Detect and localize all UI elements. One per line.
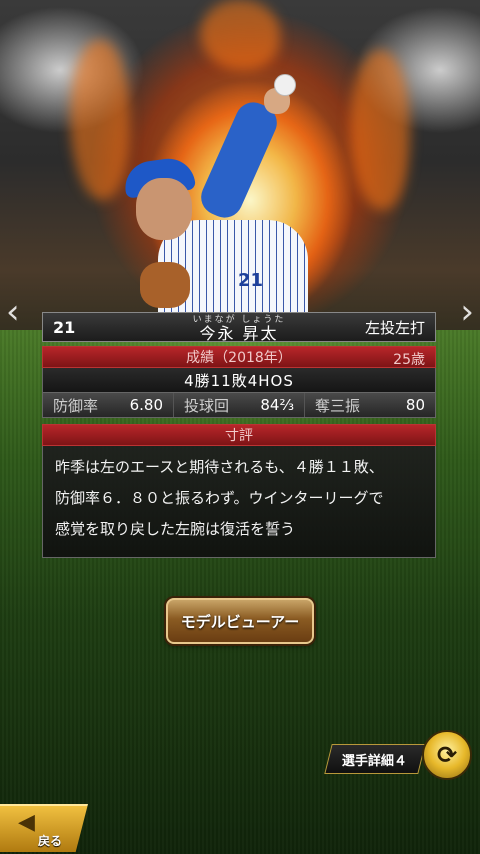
stat-value: 80 bbox=[405, 396, 425, 414]
uniform-number: 21 bbox=[238, 270, 264, 291]
stat-value: 6.80 bbox=[129, 396, 163, 414]
review-line: 防御率６．８０と振るわず。ウインターリーグで bbox=[55, 489, 384, 507]
stat-strikeouts: 奪三振 80 bbox=[304, 393, 435, 417]
record-title: 成績（2018年） bbox=[186, 350, 292, 366]
stat-era: 防御率 6.80 bbox=[43, 393, 173, 417]
review-line: 昨季は左のエースと期待されるも、４勝１１敗、 bbox=[55, 458, 384, 476]
player-glove bbox=[140, 262, 190, 308]
record-header: 成績（2018年） 25歳 bbox=[42, 346, 436, 368]
back-button[interactable]: ◀ 戻る bbox=[0, 804, 88, 852]
player-head bbox=[136, 178, 192, 240]
stat-label: 投球回 bbox=[184, 396, 230, 415]
player-arm bbox=[195, 96, 283, 224]
stats-row: 防御率 6.80 投球回 84⅔ 奪三振 80 bbox=[42, 392, 436, 418]
record-summary: 4勝11敗4HOS bbox=[42, 368, 436, 392]
player-detail-label: 選手詳細４ bbox=[342, 753, 408, 769]
stat-innings: 投球回 84⅔ bbox=[173, 393, 304, 417]
flame bbox=[350, 50, 410, 210]
player-age: 25歳 bbox=[393, 352, 425, 368]
model-viewer-button[interactable]: モデルビューアー bbox=[166, 598, 314, 644]
review-text: 昨季は左のエースと期待されるも、４勝１１敗、 防御率６．８０と振るわず。ウインタ… bbox=[42, 446, 436, 558]
stat-value: 84⅔ bbox=[260, 396, 294, 414]
player-name: 今永 昇太 bbox=[199, 324, 279, 343]
review-line: 感覚を取り戻した左腕は復活を誓う bbox=[55, 520, 296, 538]
chevron-left-icon[interactable]: ‹ bbox=[6, 292, 20, 332]
review-header: 寸評 bbox=[42, 424, 436, 446]
player-name-block: いまなが しょうた 今永 昇太 bbox=[43, 315, 435, 342]
back-label: 戻る bbox=[38, 834, 63, 848]
stat-label: 防御率 bbox=[53, 396, 99, 415]
baseball bbox=[274, 74, 296, 96]
back-arrow-icon: ◀ bbox=[18, 810, 35, 835]
flame bbox=[200, 0, 280, 70]
player-image: 21 bbox=[118, 70, 318, 340]
player-name-row: 21 いまなが しょうた 今永 昇太 左投左打 bbox=[42, 312, 436, 342]
player-detail-button[interactable]: 選手詳細４ bbox=[324, 744, 426, 774]
swap-icon[interactable]: ⟳ bbox=[422, 730, 472, 780]
chevron-right-icon[interactable]: › bbox=[460, 292, 474, 332]
stat-label: 奪三振 bbox=[315, 396, 361, 415]
